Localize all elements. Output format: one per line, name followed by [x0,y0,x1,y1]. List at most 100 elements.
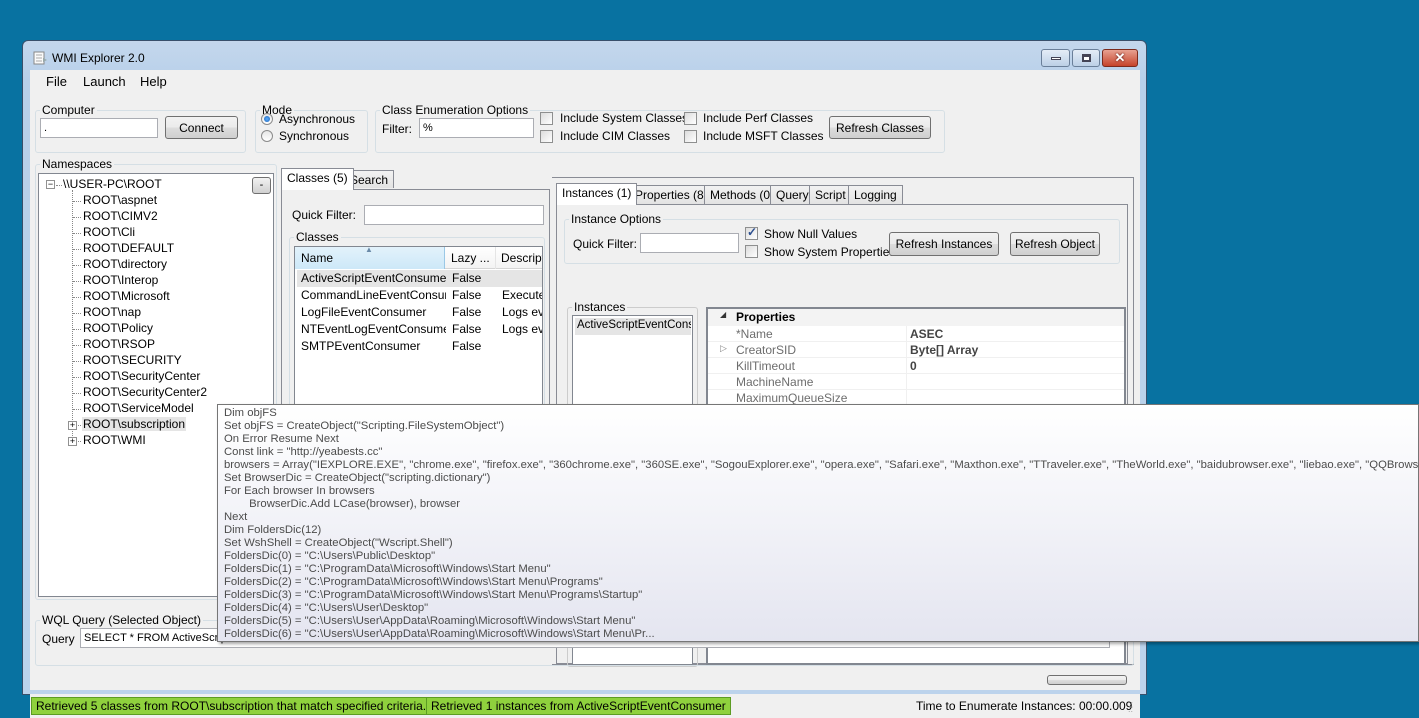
tree-line [73,329,81,330]
refresh-object-button[interactable]: Refresh Object [1010,232,1100,256]
property-name: KillTimeout [736,359,795,373]
namespace-item[interactable]: ROOT\RSOP [82,337,156,351]
class-cell-lazy: False [452,339,482,353]
collapse-category-icon[interactable]: ◢ [720,310,726,319]
class-cell-desc: Executes [502,288,542,302]
instance-options-label: Instance Options [569,212,664,226]
checkbox-include-msft-classes[interactable] [684,130,697,143]
namespace-item[interactable]: ROOT\directory [82,257,168,271]
tree-line [73,393,81,394]
radio-asynchronous[interactable] [261,113,273,125]
class-row[interactable]: CommandLineEventConsumer False Executes [297,287,542,304]
property-row[interactable]: MachineName [708,374,1124,390]
properties-header: Properties [736,310,796,324]
class-row[interactable]: LogFileEventConsumer False Logs eve [297,304,542,321]
namespace-item[interactable]: ROOT\DEFAULT [82,241,175,255]
property-name: MachineName [736,375,814,389]
class-cell-name: ActiveScriptEventConsumer [301,271,446,285]
script-line: FoldersDic(1) = "C:\ProgramData\Microsof… [224,563,551,575]
refresh-classes-button[interactable]: Refresh Classes [829,116,931,139]
namespace-item[interactable]: ROOT\nap [82,305,142,319]
menu-file[interactable]: File [44,74,69,89]
script-line: Dim objFS [224,407,277,419]
namespace-item[interactable]: ROOT\ServiceModel [82,401,195,415]
tab-classes[interactable]: Classes (5) [281,168,354,190]
namespace-item[interactable]: ROOT\subscription [82,417,187,431]
connect-button[interactable]: Connect [165,116,238,139]
checkbox-include-perf-classes[interactable] [684,112,697,125]
namespace-item[interactable]: ROOT\Policy [82,321,154,335]
class-cell-lazy: False [452,305,482,319]
radio-synchronous-label: Synchronous [279,129,350,143]
namespace-item[interactable]: ROOT\SecurityCenter [82,369,201,383]
property-separator [906,358,907,374]
class-cell-lazy: False [452,322,482,336]
collapse-root-icon[interactable]: − [46,180,55,189]
property-separator [906,342,907,358]
column-header-lazy[interactable]: Lazy ... [451,251,493,265]
column-header-name[interactable]: Name [301,251,333,265]
tree-line [73,313,81,314]
namespace-item[interactable]: ROOT\CIMV2 [82,209,159,223]
instances-quick-filter-input[interactable] [640,233,739,253]
namespace-item[interactable]: ROOT\Microsoft [82,289,171,303]
tree-root[interactable]: \\USER-PC\ROOT [63,177,162,191]
namespace-item[interactable]: ROOT\WMI [82,433,147,447]
app-icon [33,51,47,65]
classes-group-label: Classes [294,230,341,244]
script-line: Dim FoldersDic(12) [224,524,322,536]
tab-script[interactable]: Script [809,185,852,204]
show-null-values-label: Show Null Values [764,227,858,241]
refresh-instances-button[interactable]: Refresh Instances [889,232,999,256]
tab-query[interactable]: Query [770,185,815,204]
radio-asynchronous-label: Asynchronous [279,112,356,126]
collapse-all-button[interactable]: - [252,177,271,194]
class-filter-input[interactable] [419,118,534,138]
close-button[interactable]: ✕ [1102,49,1138,67]
wql-group-label: WQL Query (Selected Object) [40,613,203,627]
instance-item[interactable]: ActiveScriptEventCons [575,318,691,335]
tab-properties[interactable]: Properties (8) [629,185,714,204]
menu-launch[interactable]: Launch [81,74,128,89]
tree-line [73,361,81,362]
namespace-item[interactable]: ROOT\SECURITY [82,353,183,367]
property-row[interactable]: ▷ CreatorSID Byte[] Array [708,342,1124,358]
computer-input[interactable] [40,118,158,138]
property-row[interactable]: KillTimeout 0 [708,358,1124,374]
namespace-item[interactable]: ROOT\Cli [82,225,136,239]
menu-help[interactable]: Help [138,74,169,89]
class-row[interactable]: ActiveScriptEventConsumer False [297,270,542,287]
tab-instances[interactable]: Instances (1) [556,183,638,205]
namespace-item[interactable]: ROOT\SecurityCenter2 [82,385,208,399]
namespace-item[interactable]: ROOT\aspnet [82,193,158,207]
checkbox-show-null-values[interactable] [745,225,758,240]
classes-quick-filter-input[interactable] [364,205,544,225]
checkbox-include-system-classes[interactable] [540,112,553,125]
expand-node-icon[interactable]: + [68,437,77,446]
expand-node-icon[interactable]: + [68,421,77,430]
namespace-item[interactable]: ROOT\Interop [82,273,159,287]
maximize-button[interactable] [1072,49,1100,67]
class-row[interactable]: NTEventLogEventConsumer False Logs eve [297,321,542,338]
checkbox-show-system-properties[interactable] [745,245,758,258]
resize-grip-icon[interactable]: .::: [1128,700,1133,714]
radio-synchronous[interactable] [261,130,273,142]
script-line: Set WshShell = CreateObject("Wscript.She… [224,537,453,549]
script-line: Set objFS = CreateObject("Scripting.File… [224,420,505,432]
show-system-properties-label: Show System Properties [764,245,896,259]
expand-property-icon[interactable]: ▷ [720,343,727,354]
class-cell-desc: Logs eve [502,305,542,319]
checkbox-include-cim-classes[interactable] [540,130,553,143]
tab-methods[interactable]: Methods (0) [704,185,781,204]
tree-line [73,281,81,282]
tab-logging[interactable]: Logging [848,185,903,204]
hidden-action-button[interactable] [1047,675,1127,685]
minimize-button[interactable] [1041,49,1070,67]
property-category-row[interactable]: ◢ Properties [708,309,1124,326]
property-row[interactable]: *Name ASEC [708,326,1124,342]
column-header-description[interactable]: Descripti [501,251,542,265]
property-name: *Name [736,327,773,341]
classes-quick-filter-label: Quick Filter: [292,208,357,222]
query-label: Query [42,632,75,646]
class-row[interactable]: SMTPEventConsumer False [297,338,542,355]
